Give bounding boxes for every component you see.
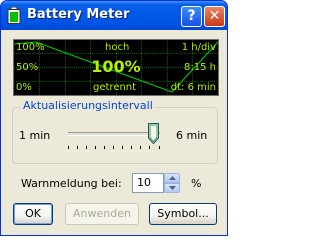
spinner-up-button[interactable] [164, 173, 180, 183]
update-interval-legend-text: Aktualisierungsintervall [23, 99, 153, 112]
help-icon: ? [187, 8, 196, 24]
slider-ticks [68, 146, 160, 149]
ok-button[interactable]: OK [13, 203, 53, 225]
graph-label-status: hoch [105, 42, 130, 53]
warning-label: Warnmeldung bei: [21, 177, 122, 190]
slider-min-label: 1 min [19, 129, 51, 142]
battery-graph: 100% hoch 1 h/div 50% 8:15 h 0% getrennt… [13, 39, 219, 96]
warning-percent-input[interactable]: 10 [132, 173, 164, 193]
help-button[interactable]: ? [181, 6, 202, 27]
close-icon: ✕ [208, 8, 221, 24]
graph-label-100: 100% [16, 42, 45, 53]
title-bar[interactable]: Battery Meter ? ✕ [1, 1, 227, 30]
update-interval-legend: Aktualisierungsintervall [21, 99, 155, 112]
graph-label-power-state: getrennt [93, 82, 137, 93]
slider-max-label: 6 min [176, 129, 208, 142]
close-button[interactable]: ✕ [204, 6, 225, 27]
warning-spinner [164, 173, 180, 193]
window-title: Battery Meter [27, 7, 130, 22]
update-interval-slider-track[interactable] [68, 132, 160, 136]
arrow-up-icon [169, 176, 176, 180]
battery-level-value: 100% [91, 57, 141, 76]
update-interval-slider-thumb[interactable] [148, 123, 159, 144]
graph-label-0: 0% [16, 82, 32, 93]
graph-label-interval: dt: 6 min [170, 82, 216, 93]
graph-label-scale: 1 h/div [181, 42, 216, 53]
apply-button: Anwenden [65, 203, 139, 225]
arrow-down-icon [169, 186, 176, 190]
battery-meter-window: Battery Meter ? ✕ 100% hoch 1 h/div 50% … [0, 0, 228, 236]
percent-unit-label: % [191, 177, 202, 190]
spinner-down-button[interactable] [164, 183, 180, 193]
symbol-button[interactable]: Symbol... [149, 203, 217, 225]
battery-icon [7, 7, 21, 24]
